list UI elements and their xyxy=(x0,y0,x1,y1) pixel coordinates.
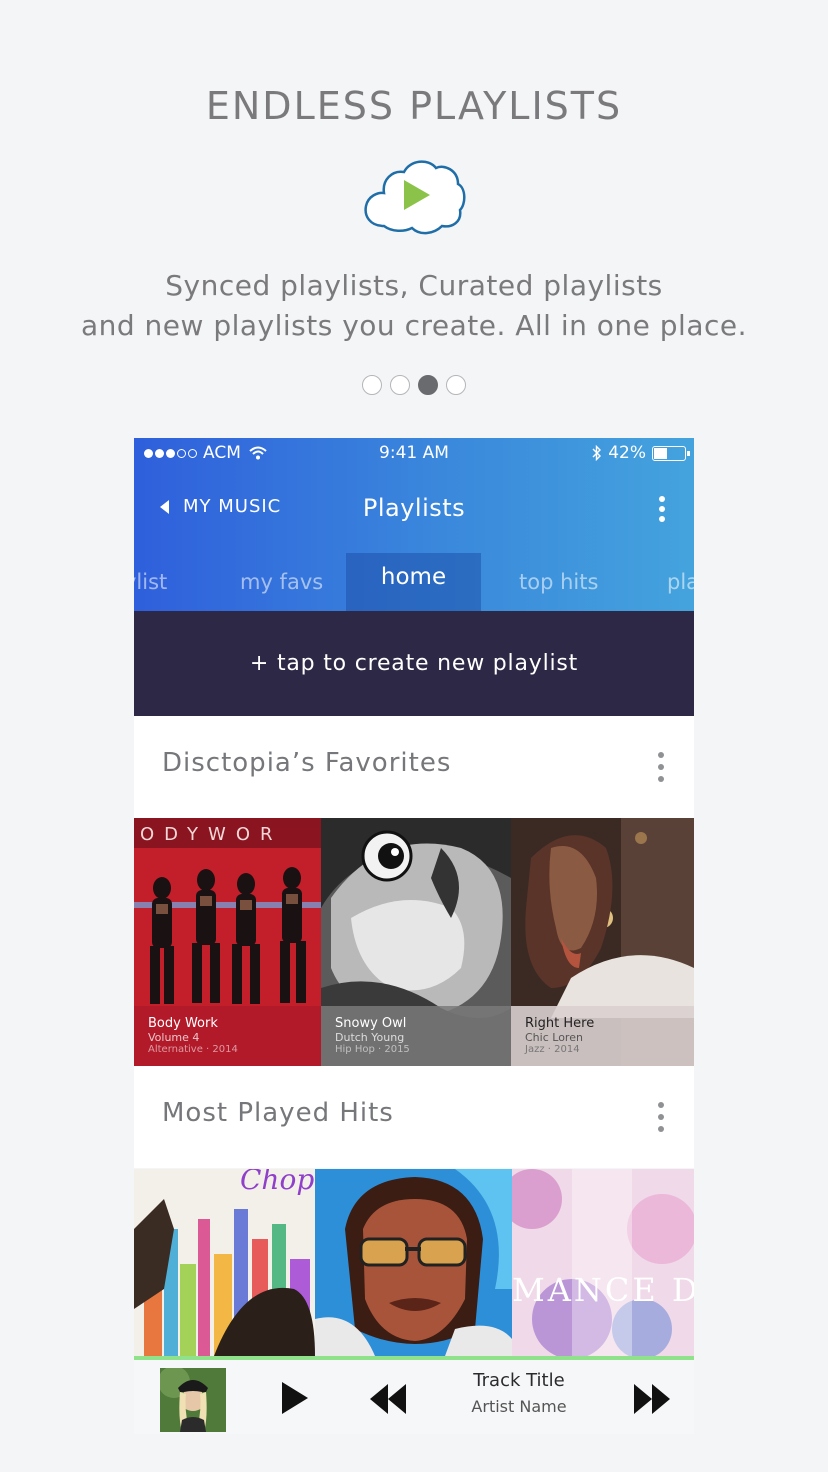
playlist-title: Snowy Owl xyxy=(335,1016,407,1031)
promo-description: Synced playlists, Curated playlists and … xyxy=(0,266,828,346)
bluetooth-icon xyxy=(592,445,602,461)
section-header: Most Played Hits xyxy=(134,1066,694,1168)
track-title: Track Title xyxy=(473,1370,565,1391)
now-playing-artwork[interactable] xyxy=(160,1368,226,1432)
album-cover-image: Chopp xyxy=(134,1169,315,1356)
section-title: Disctopia’s Favorites xyxy=(162,748,452,778)
playlist-artist: Dutch Young xyxy=(335,1031,405,1044)
playlist-caption: Right Here Chic Loren Jazz · 2014 xyxy=(511,1006,694,1066)
promo-title: ENDLESS PLAYLISTS xyxy=(205,84,623,128)
app-header: ACM 9:41 AM 42% MY MUSIC Playlists list … xyxy=(134,438,694,611)
playlist-artist: Volume 4 xyxy=(148,1031,200,1044)
playlist-tile[interactable]: MANCE DAW xyxy=(512,1169,694,1356)
playlist-tile[interactable]: Chopp xyxy=(134,1169,315,1356)
status-bar: ACM 9:41 AM 42% xyxy=(134,438,694,468)
playlist-caption: Body Work Volume 4 Alternative · 2014 xyxy=(134,1006,321,1066)
promo-description-line-2: and new playlists you create. All in one… xyxy=(80,309,748,342)
playlist-meta: Alternative · 2014 xyxy=(148,1044,238,1055)
fast-forward-icon[interactable] xyxy=(632,1384,670,1414)
playlist-title: Right Here xyxy=(525,1016,595,1031)
tab-playlists[interactable]: pla xyxy=(667,553,694,611)
page-dot[interactable] xyxy=(446,375,466,395)
playlist-tile[interactable]: ODYWOR Body Work Volume 4 Alternative · … xyxy=(134,818,321,1066)
artist-photo xyxy=(160,1368,226,1432)
play-icon[interactable] xyxy=(282,1382,308,1414)
battery-icon xyxy=(652,445,690,461)
more-options-icon[interactable] xyxy=(654,494,670,524)
page-dot-active[interactable] xyxy=(418,375,438,395)
playlist-meta: Hip Hop · 2015 xyxy=(335,1044,410,1055)
cloud-play-icon xyxy=(364,160,466,235)
phone-screen: ACM 9:41 AM 42% MY MUSIC Playlists list … xyxy=(134,438,694,1434)
now-playing-bar: Track Title Artist Name xyxy=(134,1356,694,1434)
playlist-caption: Snowy Owl Dutch Young Hip Hop · 2015 xyxy=(321,1006,511,1066)
tab-my-favs[interactable]: my favs xyxy=(240,553,323,611)
section-header: Disctopia’s Favorites xyxy=(134,716,694,818)
nav-bar: MY MUSIC Playlists xyxy=(134,486,694,534)
battery-percent: 42% xyxy=(608,443,646,463)
tab-top-hits[interactable]: top hits xyxy=(519,553,598,611)
section-more-icon[interactable] xyxy=(656,1102,666,1132)
playlist-tile[interactable]: Right Here Chic Loren Jazz · 2014 xyxy=(511,818,694,1066)
playlist-row: Chopp xyxy=(134,1169,694,1356)
section-more-icon[interactable] xyxy=(656,752,666,782)
artist-name: Artist Name xyxy=(471,1397,567,1416)
playlist-artist: Chic Loren xyxy=(525,1031,583,1044)
page-title: Playlists xyxy=(362,494,466,522)
playlist-tile[interactable]: Snowy Owl Dutch Young Hip Hop · 2015 xyxy=(321,818,511,1066)
tab-home[interactable]: home xyxy=(346,553,481,611)
svg-text:ODYWOR: ODYWOR xyxy=(140,824,283,845)
section-title: Most Played Hits xyxy=(162,1098,394,1128)
create-playlist-button[interactable]: + tap to create new playlist xyxy=(134,611,694,716)
status-right: 42% xyxy=(592,443,690,463)
pagination-dots xyxy=(0,375,828,395)
cover-text: Chopp xyxy=(240,1169,315,1196)
cover-text: MANCE DAW xyxy=(512,1271,694,1309)
playlist-row: ODYWOR Body Work Volume 4 Alternative · … xyxy=(134,818,694,1066)
battery-level xyxy=(654,447,668,459)
album-cover-image xyxy=(315,1169,512,1356)
rewind-icon[interactable] xyxy=(370,1384,408,1414)
track-info[interactable]: Track Title Artist Name xyxy=(424,1370,614,1416)
playlist-title: Body Work xyxy=(148,1016,218,1031)
playlist-tabs: ylist my favs home top hits pla xyxy=(134,553,694,611)
page-dot[interactable] xyxy=(362,375,382,395)
page-dot[interactable] xyxy=(390,375,410,395)
tab-playlist[interactable]: ylist xyxy=(134,553,167,611)
promo-description-line-1: Synced playlists, Curated playlists xyxy=(165,269,663,302)
album-cover-image: MANCE DAW xyxy=(512,1169,694,1356)
playlist-meta: Jazz · 2014 xyxy=(525,1044,580,1055)
playlist-tile[interactable] xyxy=(315,1169,512,1356)
